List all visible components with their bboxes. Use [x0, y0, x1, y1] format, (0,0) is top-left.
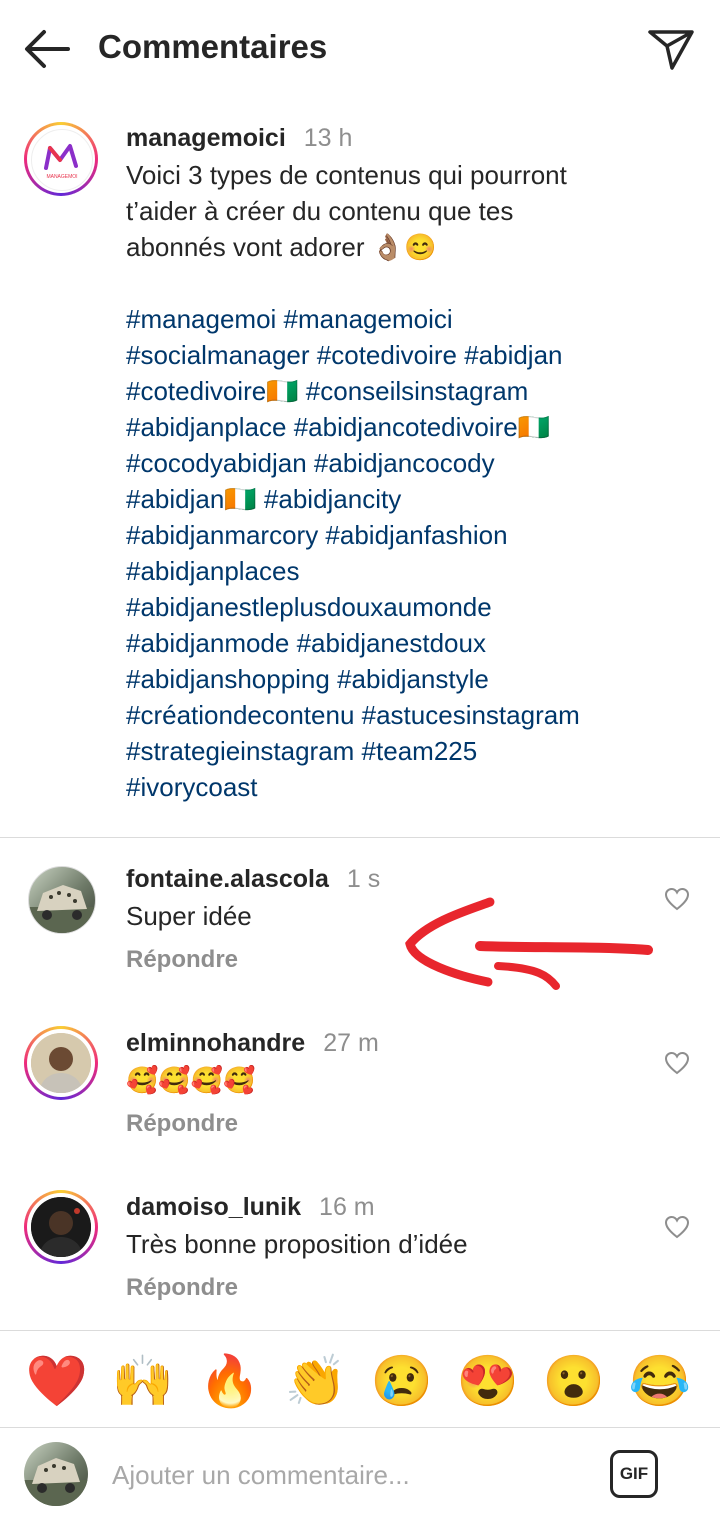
hashtag-line[interactable]: #ivorycoast [126, 769, 686, 805]
comment-username[interactable]: damoiso_lunik [126, 1193, 301, 1221]
top-bar: Commentaires [0, 0, 720, 100]
caption-divider [0, 837, 720, 838]
post-username[interactable]: managemoici [126, 124, 286, 152]
person-photo-icon [31, 1197, 91, 1257]
like-heart-icon[interactable] [664, 1051, 690, 1075]
post-author-avatar[interactable]: MANAGEMOI [24, 122, 98, 196]
hashtag-line[interactable]: #abidjanplaces [126, 553, 686, 589]
reply-button[interactable]: Répondre [126, 1274, 238, 1302]
post-meta: managemoici 13 h [126, 124, 352, 153]
emoji-surprised[interactable]: 😮 [541, 1351, 607, 1411]
person-photo-icon [31, 1033, 91, 1093]
emoji-clapping[interactable]: 👏 [283, 1351, 349, 1411]
current-user-avatar [24, 1442, 88, 1506]
hashtag-line[interactable]: #abidjanshopping #abidjanstyle [126, 661, 686, 697]
caption-line: Voici 3 types de contenus qui pourront [126, 160, 567, 190]
reply-button[interactable]: Répondre [126, 946, 238, 974]
post-caption: Voici 3 types de contenus qui pourront t… [126, 157, 567, 265]
emoji-heart-eyes[interactable]: 😍 [455, 1351, 521, 1411]
comment-time: 27 m [323, 1029, 379, 1057]
hashtag-line[interactable]: #cocodyabidjan #abidjancocody [126, 445, 686, 481]
emoji-fire[interactable]: 🔥 [197, 1351, 263, 1411]
comment-text: 🥰🥰🥰🥰 [126, 1065, 256, 1095]
hashtag-block: #managemoi #managemoici #socialmanager #… [126, 301, 686, 805]
hashtag-line[interactable]: #managemoi #managemoici [126, 301, 686, 337]
emoji-laughing[interactable]: 😂 [627, 1351, 693, 1411]
hashtag-line[interactable]: #cotedivoire🇨🇮 #conseilsinstagram [126, 373, 686, 409]
managemoi-logo-icon: MANAGEMOI [44, 144, 78, 180]
emoji-crying[interactable]: 😢 [369, 1351, 435, 1411]
comment-username[interactable]: elminnohandre [126, 1029, 305, 1057]
hashtag-line[interactable]: #socialmanager #cotedivoire #abidjan [126, 337, 686, 373]
avatar-logo-text: MANAGEMOI [46, 174, 77, 180]
emoji-quick-reactions: ❤️ 🙌 🔥 👏 😢 😍 😮 😂 [0, 1331, 720, 1427]
back-arrow-icon[interactable] [22, 27, 72, 71]
like-heart-icon[interactable] [664, 887, 690, 911]
reply-button[interactable]: Répondre [126, 1110, 238, 1138]
comment-meta: damoiso_lunik 16 m [126, 1193, 375, 1222]
comment-text: Super idée [126, 901, 252, 931]
leopard-vehicle-photo-icon [29, 885, 95, 933]
hashtag-line[interactable]: #abidjanmode #abidjanestdoux [126, 625, 686, 661]
hashtag-line[interactable]: #abidjanmarcory #abidjanfashion [126, 517, 686, 553]
post-time: 13 h [303, 124, 353, 152]
hashtag-line[interactable]: #créationdecontenu #astucesinstagram [126, 697, 686, 733]
gif-button[interactable]: GIF [610, 1450, 658, 1498]
comment-time: 1 s [346, 865, 381, 893]
comment-text: Très bonne proposition d’idée [126, 1229, 468, 1259]
comment-time: 16 m [319, 1193, 375, 1221]
hashtag-line[interactable]: #abidjanestleplusdouxaumonde [126, 589, 686, 625]
like-heart-icon[interactable] [664, 1215, 690, 1239]
comment-meta: elminnohandre 27 m [126, 1029, 379, 1058]
comment-meta: fontaine.alascola 1 s [126, 865, 380, 894]
caption-line: abonnés vont adorer 👌🏽😊 [126, 232, 437, 262]
share-send-icon[interactable] [646, 26, 696, 72]
page-title: Commentaires [98, 28, 328, 65]
comment-avatar[interactable] [24, 1026, 98, 1100]
comment-avatar[interactable] [24, 1190, 98, 1264]
emoji-heart[interactable]: ❤️ [24, 1351, 90, 1411]
comment-username[interactable]: fontaine.alascola [126, 865, 329, 893]
hashtag-line[interactable]: #strategieinstagram #team225 [126, 733, 686, 769]
comment-avatar[interactable] [28, 866, 96, 934]
hashtag-line[interactable]: #abidjanplace #abidjancotedivoire🇨🇮 [126, 409, 686, 445]
hashtag-line[interactable]: #abidjan🇨🇮 #abidjancity [126, 481, 686, 517]
leopard-vehicle-photo-icon [24, 1458, 88, 1506]
emoji-raising-hands[interactable]: 🙌 [110, 1351, 176, 1411]
compose-divider [0, 1427, 720, 1428]
comment-input[interactable] [110, 1452, 594, 1498]
red-arrow-annotation [405, 897, 653, 990]
caption-line: t’aider à créer du contenu que tes [126, 196, 514, 226]
